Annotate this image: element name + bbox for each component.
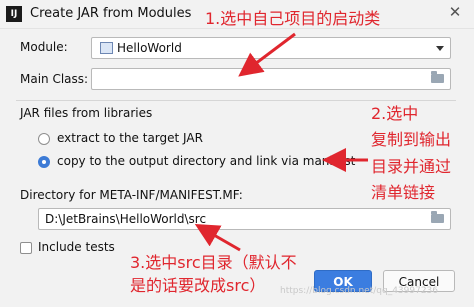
chevron-down-icon[interactable] [436, 46, 444, 51]
jar-files-group-label: JAR files from libraries [20, 106, 153, 120]
close-icon[interactable]: ✕ [446, 3, 464, 21]
module-value: HelloWorld [117, 41, 182, 55]
annotation-step-3-line-2: 是的话要改成src） [130, 276, 266, 295]
dialog-title: Create JAR from Modules [30, 6, 192, 21]
include-tests-checkbox[interactable] [20, 242, 32, 254]
manifest-dir-field[interactable]: D:\JetBrains\HelloWorld\src [38, 208, 451, 230]
radio-copy-link-label[interactable]: copy to the output directory and link vi… [57, 154, 355, 168]
module-combobox[interactable]: HelloWorld [91, 37, 451, 59]
radio-copy-link[interactable] [38, 156, 50, 168]
annotation-step-3-line-1: 3.选中src目录（默认不 [130, 253, 297, 272]
include-tests-label[interactable]: Include tests [38, 240, 115, 254]
manifest-dir-label: Directory for META-INF/MANIFEST.MF: [20, 188, 243, 202]
annotation-step-2-line-3: 目录并通过 [371, 157, 452, 176]
browse-folder-icon[interactable] [431, 71, 444, 83]
annotation-step-2-line-2: 复制到输出 [371, 130, 452, 149]
intellij-icon: IJ [6, 6, 22, 22]
module-label: Module: [20, 40, 68, 54]
radio-selected-dot [42, 160, 46, 164]
radio-extract[interactable] [38, 133, 50, 145]
main-class-field[interactable] [91, 68, 451, 90]
watermark: https://blog.csdn.net/qq_43997236 [280, 286, 439, 296]
annotation-step-2-line-4: 清单链接 [371, 183, 436, 202]
module-folder-icon [100, 42, 113, 54]
arrow-step-3 [194, 224, 241, 252]
annotation-step-2-line-1: 2.选中 [371, 104, 419, 123]
separator [16, 100, 456, 101]
radio-extract-label[interactable]: extract to the target JAR [57, 131, 203, 145]
main-class-label: Main Class: [20, 72, 89, 86]
browse-folder-icon[interactable] [431, 211, 444, 223]
annotation-step-1: 1.选中自己项目的启动类 [205, 9, 381, 28]
manifest-dir-value: D:\JetBrains\HelloWorld\src [45, 212, 207, 226]
